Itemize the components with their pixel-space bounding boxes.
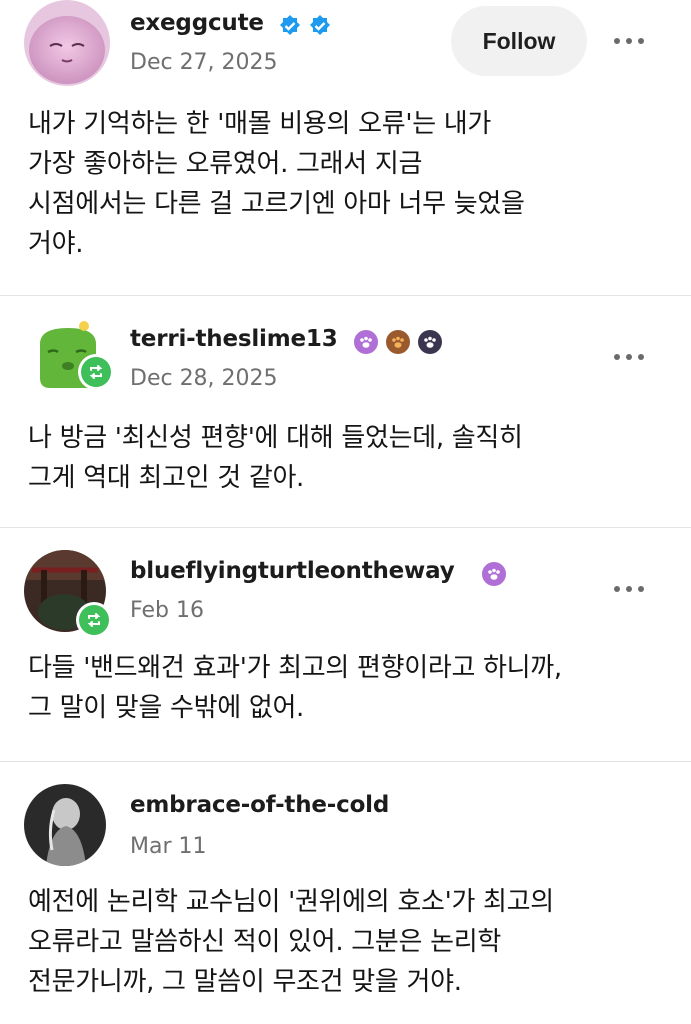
- post-text-line: 그게 역대 최고인 것 같아.: [28, 463, 305, 493]
- reblog-badge: [78, 354, 114, 390]
- post-text-line: 예전에 논리학 교수님이 '권위에의 호소'가 최고의: [28, 887, 554, 917]
- avatar[interactable]: [24, 784, 106, 866]
- more-options-icon[interactable]: [614, 38, 644, 44]
- post-embrace-of-the-cold: embrace-of-the-cold Mar 11 예전에 논리학 교수님이 …: [0, 762, 691, 1024]
- post-text-line: 거야.: [28, 229, 84, 259]
- username[interactable]: embrace-of-the-cold: [130, 792, 389, 818]
- post-text-line: 오류라고 말씀하신 적이 있어. 그분은 논리학: [28, 927, 501, 957]
- more-options-icon[interactable]: [614, 354, 644, 360]
- post-blueflyingturtleontheway: blueflyingturtleontheway Feb 16 다들 '밴드왜건…: [0, 528, 691, 762]
- paw-badge-icon: [482, 562, 506, 586]
- post-body: 나 방금 '최신성 편향'에 대해 들었는데, 솔직히 그게 역대 최고인 것 …: [28, 418, 671, 498]
- more-options-icon[interactable]: [614, 586, 644, 592]
- post-text-line: 다들 '밴드왜건 효과'가 최고의 편향이라고 하니까,: [28, 653, 562, 683]
- post-text-line: 전문가니까, 그 말씀이 무조건 맞을 거야.: [28, 967, 462, 997]
- paw-badge-icon: [386, 330, 410, 354]
- paw-badge-icon: [354, 330, 378, 354]
- reblog-icon: [89, 365, 103, 379]
- username[interactable]: blueflyingturtleontheway: [130, 558, 455, 584]
- verified-badge-icon: [278, 14, 302, 38]
- username[interactable]: exeggcute: [130, 10, 264, 36]
- post-text-line: 그 말이 맞을 수밖에 없어.: [28, 693, 305, 723]
- post-text-line: 시점에서는 다른 걸 고르기엔 아마 너무 늦었을: [28, 189, 525, 219]
- post-exeggcute: exeggcute Dec 27, 2025 Follow 내가 기억하는 한 …: [0, 0, 691, 296]
- paw-badge-icon: [418, 330, 442, 354]
- post-terri-theslime13: terri-theslime13 Dec 28, 2025 나 방금 '최신성 …: [0, 296, 691, 528]
- post-date: Mar 11: [130, 834, 207, 859]
- post-date: Dec 28, 2025: [130, 366, 278, 391]
- username[interactable]: terri-theslime13: [130, 326, 338, 352]
- post-text-line: 가장 좋아하는 오류였어. 그래서 지금: [28, 149, 423, 179]
- follow-button[interactable]: Follow: [451, 6, 587, 76]
- post-body: 내가 기억하는 한 '매몰 비용의 오류'는 내가 가장 좋아하는 오류였어. …: [28, 104, 671, 264]
- post-body: 예전에 논리학 교수님이 '권위에의 호소'가 최고의 오류라고 말씀하신 적이…: [28, 882, 671, 1002]
- reblog-badge: [76, 602, 112, 638]
- post-text-line: 내가 기억하는 한 '매몰 비용의 오류'는 내가: [28, 109, 492, 139]
- avatar[interactable]: [24, 0, 110, 86]
- post-date: Feb 16: [130, 598, 204, 623]
- verified-badge-icon: [308, 14, 332, 38]
- post-text-line: 나 방금 '최신성 편향'에 대해 들었는데, 솔직히: [28, 423, 523, 453]
- post-body: 다들 '밴드왜건 효과'가 최고의 편향이라고 하니까, 그 말이 맞을 수밖에…: [28, 648, 671, 728]
- reblog-icon: [87, 613, 101, 627]
- post-date: Dec 27, 2025: [130, 50, 278, 75]
